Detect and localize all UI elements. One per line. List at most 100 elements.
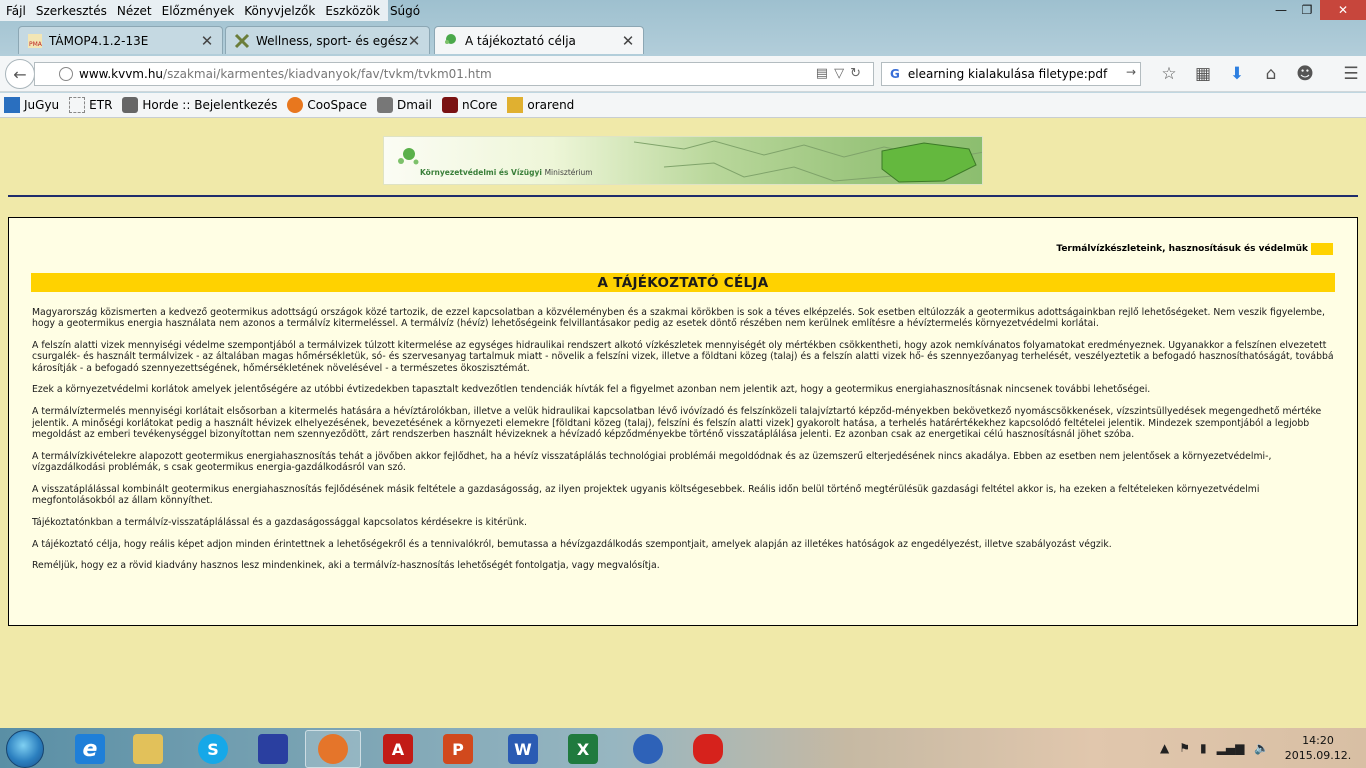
pma-icon [507, 97, 524, 113]
volume-icon[interactable]: 🔈 [1254, 741, 1269, 755]
word-icon: W [508, 734, 538, 764]
battery-icon[interactable]: ▮ [1200, 741, 1207, 755]
search-go-icon[interactable]: → [1126, 65, 1136, 79]
signal-icon[interactable]: ▂▄▆ [1217, 741, 1245, 755]
url-tools: ▤▽↻ [816, 66, 867, 81]
header-divider [8, 195, 1358, 197]
acrobat-icon: A [383, 734, 413, 764]
taskbar-excel[interactable]: X [555, 730, 611, 768]
bookmarks-toolbar: JuGyu ETR Horde :: Bejelentkezés CooSpac… [0, 93, 1366, 118]
restore-button[interactable]: ❐ [1294, 0, 1320, 20]
google-icon: G [890, 67, 900, 81]
taskbar-powerpoint[interactable]: P [430, 730, 486, 768]
chat-icon[interactable]: ☻ [1288, 64, 1322, 84]
star-icon[interactable]: ☆ [1152, 64, 1186, 84]
menu-icon[interactable]: ☰ [1334, 64, 1366, 84]
tools-icon [234, 33, 250, 49]
menu-bookmarks[interactable]: Könyvjelzők [244, 4, 315, 18]
back-arrow-icon: ← [13, 64, 27, 84]
tab-title: TÁMOP4.1.2-13E [49, 33, 149, 48]
ncore-icon [442, 97, 458, 113]
taskbar-word[interactable]: W [495, 730, 551, 768]
close-tab-icon[interactable]: ✕ [200, 32, 214, 50]
dmail-icon [377, 97, 394, 113]
tab-title: A tájékoztató célja [465, 33, 576, 48]
tab-tamop[interactable]: PMA TÁMOP4.1.2-13E ✕ [18, 26, 223, 54]
series-title: Termálvízkészleteink, hasznosításuk és v… [1056, 243, 1333, 255]
reload-icon[interactable]: ↻ [850, 66, 867, 81]
toolbar-icons: ☆ ▦ ⬇ ⌂ ☻ ☰ [1152, 64, 1366, 84]
paragraph: Tájékoztatónkban a termálvíz-visszatáplá… [32, 516, 527, 528]
search-input[interactable]: elearning kialakulása filetype:pdf [908, 67, 1107, 81]
reader-icon[interactable]: ▤ [816, 66, 834, 81]
system-tray: ▲ ⚑ ▮ ▂▄▆ 🔈 [1160, 741, 1279, 755]
taskbar-ie[interactable]: e [62, 730, 118, 768]
pma-icon: PMA [27, 33, 43, 49]
paragraph: A tájékoztató célja, hogy reális képet a… [32, 538, 1112, 550]
clock-date: 2015.09.12. [1284, 749, 1352, 762]
powerpoint-icon: P [443, 734, 473, 764]
taskbar-acrobat[interactable]: A [370, 730, 426, 768]
menu-help[interactable]: Súgó [390, 4, 420, 18]
clock-time: 14:20 [1302, 734, 1334, 747]
taskbar: e S A P W X ▲ ⚑ ▮ ▂▄▆ 🔈 14:20 2015.09.12… [0, 728, 1366, 768]
paragraph: Ezek a környezetvédelmi korlátok amelyek… [32, 384, 1151, 396]
bookmarks-list-icon[interactable]: ▦ [1186, 64, 1220, 84]
bookmark-icon [4, 97, 20, 113]
close-window-button[interactable]: ✕ [1320, 0, 1366, 20]
article-box: Termálvízkészleteink, hasznosításuk és v… [8, 217, 1358, 626]
page-content: Környezetvédelmi és Vízügyi Minisztérium… [0, 118, 1366, 728]
taskbar-sync[interactable] [620, 730, 676, 768]
bookmark-coospace[interactable]: CooSpace [287, 97, 367, 113]
series-marker [1311, 243, 1333, 255]
menu-edit[interactable]: Szerkesztés [36, 4, 107, 18]
sync-icon [633, 734, 663, 764]
skype-icon: S [198, 734, 228, 764]
bookmark-ncore[interactable]: nCore [442, 97, 497, 113]
url-host: www.kvvm.hu [79, 67, 164, 81]
download-icon[interactable]: ⬇ [1220, 64, 1254, 84]
taskbar-explorer[interactable] [120, 730, 176, 768]
tab-wellness[interactable]: Wellness, sport- és egészs... ✕ [225, 26, 430, 54]
menu-view[interactable]: Nézet [117, 4, 152, 18]
horde-icon [122, 97, 139, 113]
url-bar[interactable]: www.kvvm.hu/szakmai/karmentes/kiadvanyok… [34, 62, 874, 86]
search-bar[interactable]: G elearning kialakulása filetype:pdf → [881, 62, 1141, 86]
menu-history[interactable]: Előzmények [162, 4, 235, 18]
page-title: A TÁJÉKOZTATÓ CÉLJA [31, 273, 1335, 292]
back-button[interactable]: ← [5, 59, 35, 89]
taskbar-disk[interactable] [245, 730, 301, 768]
bookmark-orarend[interactable]: orarend [507, 97, 574, 113]
tab-strip: PMA TÁMOP4.1.2-13E ✕ Wellness, sport- és… [0, 26, 1366, 80]
svg-text:PMA: PMA [29, 41, 43, 48]
minimize-button[interactable]: — [1268, 0, 1294, 20]
paragraph: Reméljük, hogy ez a rövid kiadvány haszn… [32, 560, 660, 572]
splat-icon [693, 734, 723, 764]
taskbar-splat[interactable] [680, 730, 736, 768]
paragraph: A termálvízkivételekre alapozott geoterm… [32, 450, 1272, 473]
close-tab-icon[interactable]: ✕ [407, 32, 421, 50]
tab-tajekoztato[interactable]: A tájékoztató célja ✕ [434, 26, 644, 54]
bookmark-dmail[interactable]: Dmail [377, 97, 432, 113]
url-path: /szakmai/karmentes/kiadvanyok/fav/tvkm/t… [163, 67, 492, 81]
show-hidden-icons[interactable]: ▲ [1160, 741, 1169, 755]
clock[interactable]: 14:20 2015.09.12. [1280, 733, 1356, 763]
start-button[interactable] [6, 730, 44, 768]
taskbar-firefox[interactable] [305, 730, 361, 768]
close-tab-icon[interactable]: ✕ [621, 32, 635, 50]
bookmark-jugyu[interactable]: JuGyu [4, 97, 59, 113]
dropdown-icon[interactable]: ▽ [834, 66, 850, 81]
menu-file[interactable]: Fájl [6, 4, 26, 18]
menu-tools[interactable]: Eszközök [325, 4, 380, 18]
bookmark-etr[interactable]: ETR [69, 97, 112, 113]
flag-icon[interactable]: ⚑ [1179, 741, 1190, 755]
page-icon [69, 97, 86, 113]
home-icon[interactable]: ⌂ [1254, 64, 1288, 84]
europe-map-icon [633, 140, 982, 183]
taskbar-skype[interactable]: S [185, 730, 241, 768]
bookmark-horde[interactable]: Horde :: Bejelentkezés [122, 97, 277, 113]
firefox-icon [318, 734, 348, 764]
globe-icon [59, 67, 73, 81]
explorer-icon [133, 734, 163, 764]
article-body: Magyarország közismerten a kedvező geote… [32, 307, 1335, 582]
